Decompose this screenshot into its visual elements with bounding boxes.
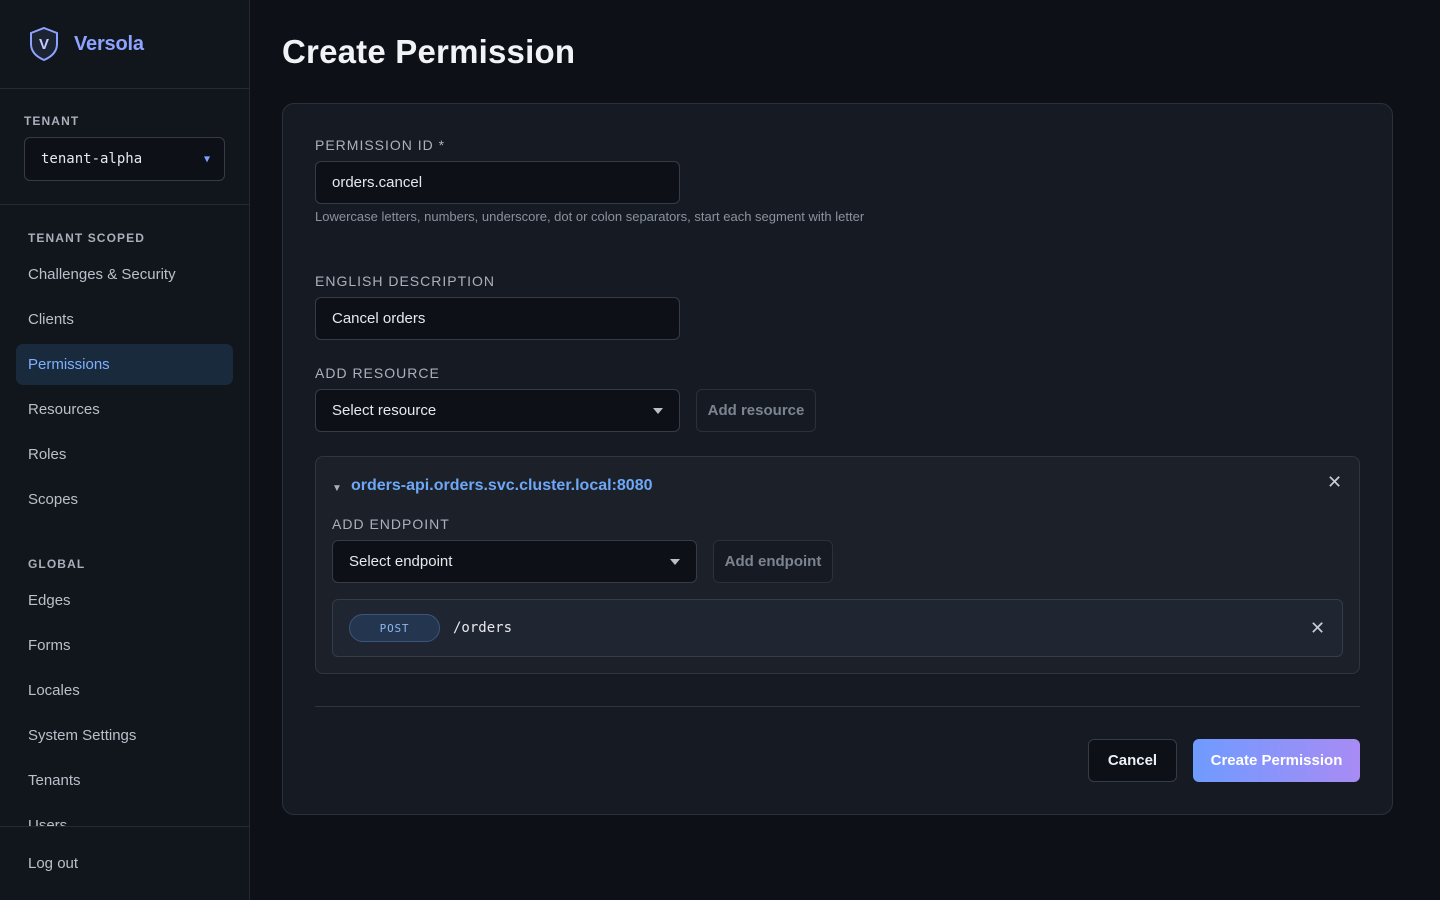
logout-button[interactable]: Log out bbox=[0, 826, 249, 900]
nav-section-tenant-scoped: TENANT SCOPED Challenges & Security Clie… bbox=[0, 206, 249, 520]
sidebar-item-label: Locales bbox=[28, 682, 80, 699]
endpoint-select[interactable]: Select endpoint bbox=[332, 540, 697, 583]
remove-resource-close-icon[interactable]: ✕ bbox=[1327, 473, 1342, 491]
main-content: Create Permission PERMISSION ID * orders… bbox=[282, 0, 1393, 815]
sidebar-item-label: Permissions bbox=[28, 356, 110, 373]
sidebar: V Versola TENANT tenant-alpha ▼ TENANT S… bbox=[0, 0, 250, 900]
permission-id-value: orders.cancel bbox=[332, 174, 423, 191]
svg-text:V: V bbox=[39, 36, 49, 53]
sidebar-item-system-settings[interactable]: System Settings bbox=[16, 715, 233, 756]
sidebar-item-label: Edges bbox=[28, 592, 71, 609]
sidebar-item-label: Users bbox=[28, 817, 68, 826]
tenant-label: TENANT bbox=[24, 114, 80, 128]
collapse-caret-icon[interactable]: ▼ bbox=[332, 483, 342, 494]
nav-section-label: GLOBAL bbox=[28, 557, 86, 571]
sidebar-item-label: Clients bbox=[28, 311, 74, 328]
sidebar-item-roles[interactable]: Roles bbox=[16, 434, 233, 475]
sidebar-item-label: Challenges & Security bbox=[28, 266, 176, 283]
endpoint-row: POST /orders ✕ bbox=[332, 599, 1343, 657]
sidebar-item-label: System Settings bbox=[28, 727, 137, 744]
create-permission-button[interactable]: Create Permission bbox=[1193, 739, 1360, 782]
sidebar-item-resources[interactable]: Resources bbox=[16, 389, 233, 430]
description-label: ENGLISH DESCRIPTION bbox=[315, 273, 496, 289]
resource-title[interactable]: orders-api.orders.svc.cluster.local:8080 bbox=[351, 477, 652, 495]
caret-down-icon: ▼ bbox=[203, 153, 210, 165]
sidebar-item-tenants[interactable]: Tenants bbox=[16, 760, 233, 801]
resource-panel: ▼ orders-api.orders.svc.cluster.local:80… bbox=[315, 456, 1360, 674]
sidebar-item-label: Roles bbox=[28, 446, 67, 463]
endpoint-path: /orders bbox=[453, 620, 513, 636]
nav-scroll-area[interactable]: TENANT SCOPED Challenges & Security Clie… bbox=[0, 206, 249, 826]
brand-name: Versola bbox=[74, 32, 144, 55]
permission-id-input[interactable]: orders.cancel bbox=[315, 161, 680, 204]
sidebar-item-users[interactable]: Users bbox=[16, 805, 233, 826]
add-resource-button[interactable]: Add resource bbox=[696, 389, 816, 432]
brand[interactable]: V Versola bbox=[0, 0, 249, 89]
tenant-block: TENANT tenant-alpha ▼ bbox=[0, 89, 249, 205]
sidebar-item-scopes[interactable]: Scopes bbox=[16, 479, 233, 520]
endpoint-select-placeholder: Select endpoint bbox=[349, 553, 453, 570]
permission-id-hint: Lowercase letters, numbers, underscore, … bbox=[315, 209, 865, 224]
sidebar-item-label: Scopes bbox=[28, 491, 79, 508]
description-value: Cancel orders bbox=[332, 310, 426, 327]
form-divider bbox=[315, 706, 1360, 707]
tenant-select[interactable]: tenant-alpha ▼ bbox=[24, 137, 225, 181]
nav-section-label: TENANT SCOPED bbox=[28, 231, 145, 245]
sidebar-item-label: Resources bbox=[28, 401, 100, 418]
logout-label: Log out bbox=[28, 855, 79, 872]
add-resource-label: ADD RESOURCE bbox=[315, 365, 440, 381]
add-endpoint-button[interactable]: Add endpoint bbox=[713, 540, 833, 583]
permission-form-card: PERMISSION ID * orders.cancel Lowercase … bbox=[282, 103, 1393, 815]
permission-id-label: PERMISSION ID * bbox=[315, 137, 446, 153]
shield-logo-icon: V bbox=[28, 26, 60, 62]
page-title: Create Permission bbox=[282, 33, 576, 70]
resource-select[interactable]: Select resource bbox=[315, 389, 680, 432]
tenant-select-value: tenant-alpha bbox=[41, 151, 143, 167]
sidebar-item-label: Forms bbox=[28, 637, 71, 654]
cancel-button[interactable]: Cancel bbox=[1088, 739, 1177, 782]
nav-section-global: GLOBAL Edges Forms Locales System Settin… bbox=[0, 524, 249, 826]
sidebar-item-permissions[interactable]: Permissions bbox=[16, 344, 233, 385]
sidebar-item-edges[interactable]: Edges bbox=[16, 580, 233, 621]
description-input[interactable]: Cancel orders bbox=[315, 297, 680, 340]
resource-select-placeholder: Select resource bbox=[332, 402, 437, 419]
sidebar-item-clients[interactable]: Clients bbox=[16, 299, 233, 340]
sidebar-item-locales[interactable]: Locales bbox=[16, 670, 233, 711]
caret-down-icon bbox=[670, 558, 680, 565]
sidebar-item-challenges-security[interactable]: Challenges & Security bbox=[16, 254, 233, 295]
sidebar-item-label: Tenants bbox=[28, 772, 81, 789]
remove-endpoint-close-icon[interactable]: ✕ bbox=[1310, 619, 1325, 637]
method-badge: POST bbox=[349, 614, 440, 642]
add-endpoint-label: ADD ENDPOINT bbox=[332, 516, 450, 532]
sidebar-item-forms[interactable]: Forms bbox=[16, 625, 233, 666]
caret-down-icon bbox=[653, 407, 663, 414]
